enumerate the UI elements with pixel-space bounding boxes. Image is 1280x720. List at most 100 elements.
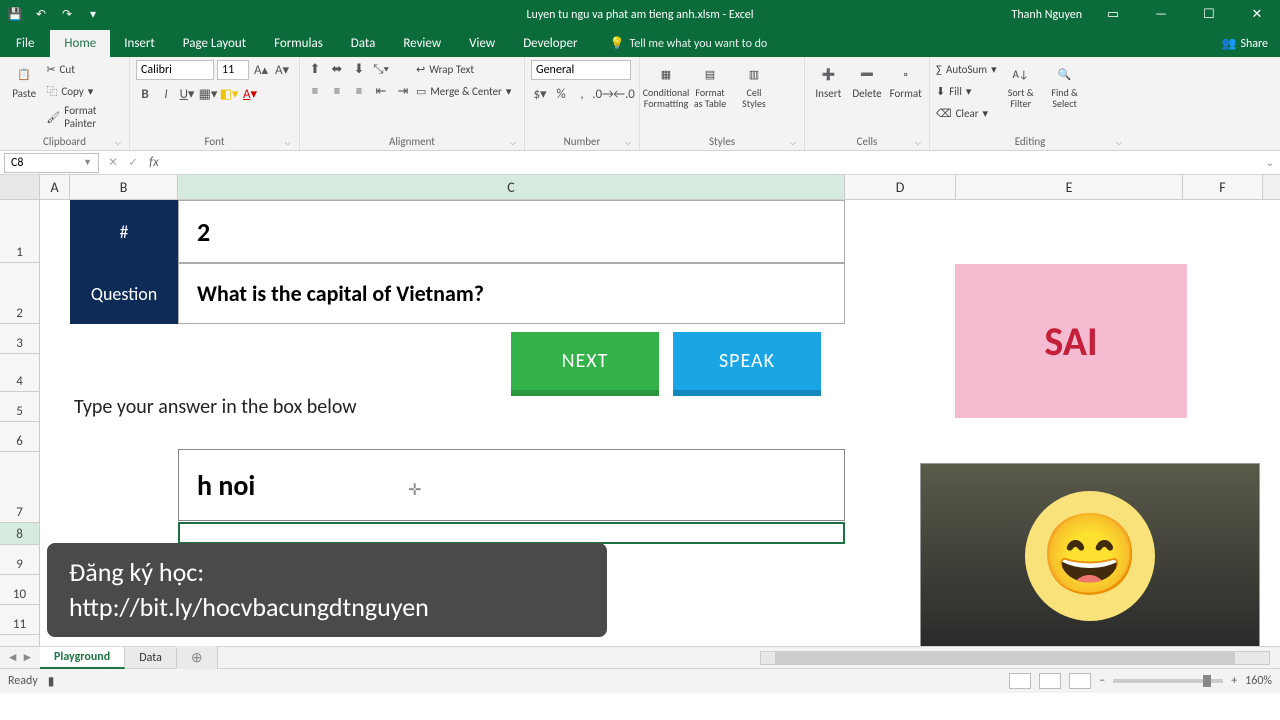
speak-button[interactable]: SPEAK xyxy=(673,332,821,396)
conditional-formatting-button[interactable]: ▦Conditional Formatting xyxy=(646,60,686,109)
page-layout-view-button[interactable] xyxy=(1039,673,1061,689)
horizontal-scrollbar[interactable] xyxy=(760,651,1270,665)
fill-button[interactable]: ⬇Fill▾ xyxy=(936,82,997,100)
row-header-4[interactable]: 4 xyxy=(0,354,39,392)
zoom-level[interactable]: 160% xyxy=(1245,674,1272,688)
align-bottom-icon[interactable]: ⬇ xyxy=(350,60,368,78)
tab-review[interactable]: Review xyxy=(389,30,455,57)
page-break-view-button[interactable] xyxy=(1069,673,1091,689)
orientation-icon[interactable]: ⤡▾ xyxy=(372,60,390,78)
copy-button[interactable]: ⿻Copy▾ xyxy=(46,82,123,100)
row-header-11[interactable]: 11 xyxy=(0,605,39,635)
answer-input-cell[interactable]: h noi xyxy=(178,449,845,521)
tab-developer[interactable]: Developer xyxy=(509,30,591,57)
decrease-font-icon[interactable]: A▾ xyxy=(273,61,291,79)
tab-view[interactable]: View xyxy=(455,30,509,57)
row-header-2[interactable]: 2 xyxy=(0,263,39,324)
insert-cells-button[interactable]: ➕Insert xyxy=(811,60,846,100)
zoom-slider[interactable] xyxy=(1113,679,1223,683)
select-all-corner[interactable] xyxy=(0,175,40,199)
row-header-7[interactable]: 7 xyxy=(0,452,39,523)
paste-button[interactable]: 📋 Paste xyxy=(6,60,42,100)
merge-center-button[interactable]: ▭Merge & Center▾ xyxy=(416,82,511,100)
row-header-1[interactable]: 1 xyxy=(0,200,39,263)
col-header-a[interactable]: A xyxy=(40,175,70,199)
col-header-b[interactable]: B xyxy=(70,175,178,199)
format-painter-button[interactable]: 🖌Format Painter xyxy=(46,104,123,130)
zoom-out-button[interactable]: − xyxy=(1099,674,1105,688)
undo-icon[interactable]: ↶ xyxy=(34,8,48,22)
col-header-c[interactable]: C xyxy=(178,175,845,199)
tab-insert[interactable]: Insert xyxy=(110,30,169,57)
enter-formula-icon[interactable]: ✓ xyxy=(123,155,143,170)
name-box[interactable]: C8▼ xyxy=(4,153,99,173)
tab-page-layout[interactable]: Page Layout xyxy=(169,30,260,57)
spreadsheet-grid[interactable]: A B C D E F 1 2 3 4 5 6 7 8 9 10 11 12 #… xyxy=(0,175,1280,646)
align-left-icon[interactable]: ≡ xyxy=(306,82,324,100)
number-value-cell[interactable]: 2 xyxy=(178,200,845,263)
tab-formulas[interactable]: Formulas xyxy=(260,30,337,57)
question-header-cell[interactable]: Question xyxy=(70,263,178,324)
tell-me-search[interactable]: 💡 Tell me what you want to do xyxy=(599,30,777,57)
align-top-icon[interactable]: ⬆ xyxy=(306,60,324,78)
find-select-button[interactable]: 🔍Find & Select xyxy=(1045,60,1085,109)
wrap-text-button[interactable]: ↩Wrap Text xyxy=(416,60,511,78)
tab-file[interactable]: File xyxy=(0,30,50,57)
row-header-9[interactable]: 9 xyxy=(0,545,39,575)
row-header-8[interactable]: 8 xyxy=(0,523,39,545)
maximize-icon[interactable]: ☐ xyxy=(1192,7,1226,22)
align-middle-icon[interactable]: ⬌ xyxy=(328,60,346,78)
italic-button[interactable]: I xyxy=(157,85,175,103)
delete-cells-button[interactable]: ➖Delete xyxy=(850,60,885,100)
redo-icon[interactable]: ↷ xyxy=(60,8,74,22)
underline-button[interactable]: U▾ xyxy=(178,85,196,103)
normal-view-button[interactable] xyxy=(1009,673,1031,689)
col-header-f[interactable]: F xyxy=(1183,175,1263,199)
sheet-tab-playground[interactable]: Playground xyxy=(40,647,125,669)
ribbon-options-icon[interactable]: ▭ xyxy=(1096,7,1130,22)
bold-button[interactable]: B xyxy=(136,85,154,103)
sheet-nav[interactable]: ◄ ► xyxy=(0,650,40,665)
share-button[interactable]: 👥 Share xyxy=(1209,30,1280,57)
fx-icon[interactable]: fx xyxy=(143,155,165,170)
active-cell-outline[interactable] xyxy=(178,522,845,544)
question-value-cell[interactable]: What is the capital of Vietnam? xyxy=(178,263,845,324)
clear-button[interactable]: ⌫Clear▾ xyxy=(936,104,997,122)
col-header-d[interactable]: D xyxy=(845,175,956,199)
row-header-12[interactable]: 12 xyxy=(0,635,39,646)
indent-decrease-icon[interactable]: ⇤ xyxy=(372,82,390,100)
format-as-table-button[interactable]: ▤Format as Table xyxy=(690,60,730,109)
close-icon[interactable]: ✕ xyxy=(1240,7,1274,22)
border-button[interactable]: ▦▾ xyxy=(199,85,217,103)
minimize-icon[interactable]: — xyxy=(1144,7,1178,22)
add-sheet-button[interactable]: ⊕ xyxy=(177,646,218,669)
macro-record-icon[interactable]: ▮ xyxy=(48,674,55,689)
save-icon[interactable]: 💾 xyxy=(8,8,22,22)
font-color-button[interactable]: A▾ xyxy=(241,85,259,103)
font-size-select[interactable] xyxy=(217,60,249,80)
increase-decimal-icon[interactable]: .0→ xyxy=(594,85,612,103)
row-header-6[interactable]: 6 xyxy=(0,422,39,452)
cancel-formula-icon[interactable]: ✕ xyxy=(103,155,123,170)
cut-button[interactable]: ✂Cut xyxy=(46,60,123,78)
tab-data[interactable]: Data xyxy=(337,30,390,57)
percent-icon[interactable]: % xyxy=(552,85,570,103)
tab-home[interactable]: Home xyxy=(50,30,110,57)
decrease-decimal-icon[interactable]: ←.0 xyxy=(615,85,633,103)
cell-styles-button[interactable]: ▥Cell Styles xyxy=(734,60,774,109)
row-header-3[interactable]: 3 xyxy=(0,324,39,354)
format-cells-button[interactable]: ▫Format xyxy=(888,60,923,100)
fill-color-button[interactable]: ◧▾ xyxy=(220,85,238,103)
increase-font-icon[interactable]: A▴ xyxy=(252,61,270,79)
align-right-icon[interactable]: ≡ xyxy=(350,82,368,100)
row-header-5[interactable]: 5 xyxy=(0,392,39,422)
user-name[interactable]: Thanh Nguyen xyxy=(1012,8,1082,22)
comma-icon[interactable]: , xyxy=(573,85,591,103)
next-button[interactable]: NEXT xyxy=(511,332,659,396)
row-header-10[interactable]: 10 xyxy=(0,575,39,605)
font-name-select[interactable] xyxy=(136,60,214,80)
align-center-icon[interactable]: ≡ xyxy=(328,82,346,100)
currency-icon[interactable]: $▾ xyxy=(531,85,549,103)
number-header-cell[interactable]: # xyxy=(70,200,178,263)
indent-increase-icon[interactable]: ⇥ xyxy=(394,82,412,100)
